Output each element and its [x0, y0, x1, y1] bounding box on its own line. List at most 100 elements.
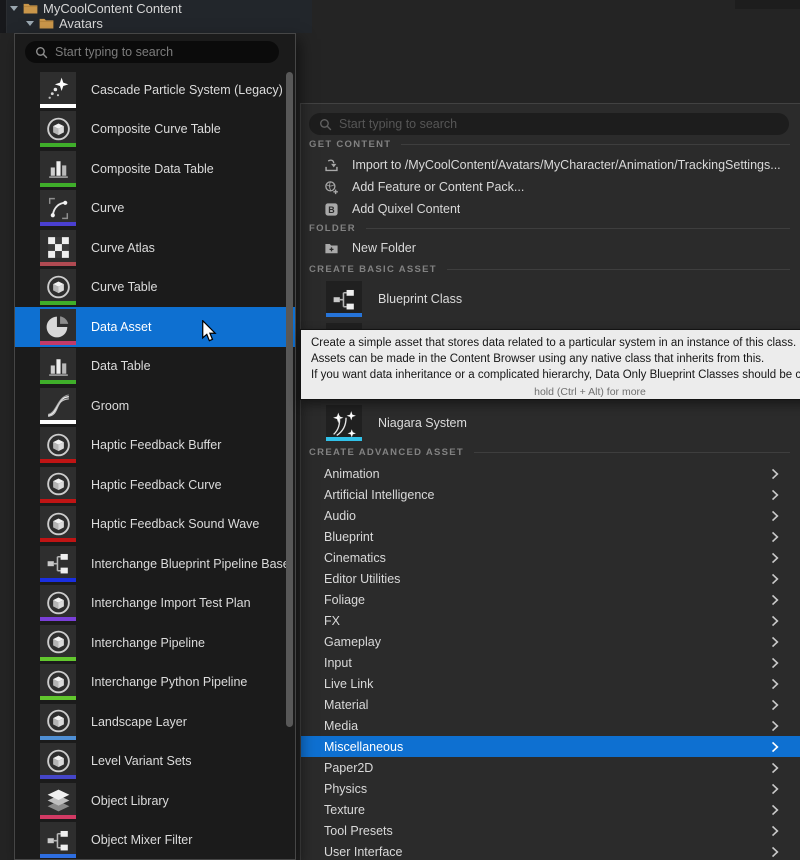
- advanced-category-material[interactable]: Material: [301, 694, 800, 715]
- tooltip-line: Assets can be made in the Content Browse…: [311, 351, 800, 367]
- asset-type-item-cascade-particle-system-legacy[interactable]: Cascade Particle System (Legacy): [15, 70, 295, 110]
- asset-type-item-curve-table[interactable]: Curve Table: [15, 268, 295, 308]
- bars-icon: [40, 151, 76, 187]
- asset-icon-tile: [40, 388, 76, 424]
- asset-type-item-composite-data-table[interactable]: Composite Data Table: [15, 149, 295, 189]
- advanced-category-cinematics[interactable]: Cinematics: [301, 547, 800, 568]
- advanced-category-gameplay[interactable]: Gameplay: [301, 631, 800, 652]
- advanced-category-editor-utilities[interactable]: Editor Utilities: [301, 568, 800, 589]
- asset-type-item-interchange-blueprint-pipeline-base[interactable]: Interchange Blueprint Pipeline Base: [15, 544, 295, 584]
- advanced-category-label: FX: [324, 614, 340, 628]
- asset-type-item-object-library[interactable]: Object Library: [15, 781, 295, 821]
- tree-item-mycoolcontent[interactable]: MyCoolContent Content: [10, 1, 182, 16]
- top-right-notch: [735, 0, 800, 9]
- asset-picker-search[interactable]: [25, 41, 279, 63]
- advanced-category-physics[interactable]: Physics: [301, 778, 800, 799]
- chevron-right-icon: [771, 762, 779, 773]
- advanced-category-label: Input: [324, 656, 352, 670]
- asset-type-item-groom[interactable]: Groom: [15, 386, 295, 426]
- groom-icon: [40, 388, 76, 424]
- advanced-category-audio[interactable]: Audio: [301, 505, 800, 526]
- section-rule: [447, 269, 790, 270]
- advanced-category-tool-presets[interactable]: Tool Presets: [301, 820, 800, 841]
- caret-down-icon[interactable]: [10, 6, 18, 11]
- asset-type-item-curve-atlas[interactable]: Curve Atlas: [15, 228, 295, 268]
- asset-icon-tile: [40, 230, 76, 266]
- asset-type-item-object-mixer-filter[interactable]: Object Mixer Filter: [15, 821, 295, 860]
- chevron-right-icon: [771, 678, 779, 689]
- menu-item-new-folder[interactable]: New Folder: [301, 237, 800, 259]
- advanced-asset-list: AnimationArtificial IntelligenceAudioBlu…: [301, 463, 800, 860]
- search-icon: [319, 118, 332, 131]
- asset-type-item-landscape-layer[interactable]: Landscape Layer: [15, 702, 295, 742]
- advanced-category-foliage[interactable]: Foliage: [301, 589, 800, 610]
- menu-item-import-to-mycoolcontent-avatars-mycharacter-animation-trackingsettings[interactable]: Import to /MyCoolContent/Avatars/MyChara…: [301, 154, 800, 176]
- asset-type-item-interchange-import-test-plan[interactable]: Interchange Import Test Plan: [15, 584, 295, 624]
- asset-color-bar: [40, 341, 76, 345]
- asset-type-item-haptic-feedback-buffer[interactable]: Haptic Feedback Buffer: [15, 426, 295, 466]
- asset-type-label: Level Variant Sets: [91, 754, 192, 768]
- feature-icon: [323, 179, 339, 195]
- mouse-cursor: [201, 320, 218, 348]
- asset-type-item-haptic-feedback-sound-wave[interactable]: Haptic Feedback Sound Wave: [15, 505, 295, 545]
- chevron-right-icon: [771, 489, 779, 500]
- asset-type-item-curve[interactable]: Curve: [15, 189, 295, 229]
- asset-type-label: Interchange Pipeline: [91, 636, 205, 650]
- menu-item-niagara-system[interactable]: Niagara System: [326, 405, 467, 441]
- advanced-category-blueprint[interactable]: Blueprint: [301, 526, 800, 547]
- advanced-category-label: Editor Utilities: [324, 572, 400, 586]
- asset-type-label: Groom: [91, 399, 129, 413]
- asset-type-label: Data Table: [91, 359, 151, 373]
- asset-type-label: Curve Table: [91, 280, 157, 294]
- advanced-category-user-interface[interactable]: User Interface: [301, 841, 800, 860]
- advanced-category-live-link[interactable]: Live Link: [301, 673, 800, 694]
- tree-item-label: Avatars: [59, 16, 103, 31]
- asset-type-item-data-table[interactable]: Data Table: [15, 347, 295, 387]
- advanced-category-animation[interactable]: Animation: [301, 463, 800, 484]
- asset-picker-search-input[interactable]: [55, 45, 269, 59]
- advanced-category-texture[interactable]: Texture: [301, 799, 800, 820]
- chevron-right-icon: [771, 699, 779, 710]
- tooltip-line: Create a simple asset that stores data r…: [311, 335, 800, 351]
- advanced-category-artificial-intelligence[interactable]: Artificial Intelligence: [301, 484, 800, 505]
- context-menu-search-input[interactable]: [339, 117, 779, 131]
- caret-down-icon[interactable]: [26, 21, 34, 26]
- menu-item-add-feature-or-content-pack[interactable]: Add Feature or Content Pack...: [301, 176, 800, 198]
- advanced-category-miscellaneous[interactable]: Miscellaneous: [301, 736, 800, 757]
- asset-icon-tile: [40, 269, 76, 305]
- section-header-folder: FOLDER: [309, 223, 790, 234]
- add-asset-context-menu: GET CONTENT Import to /MyCoolContent/Ava…: [300, 103, 800, 860]
- section-header-create-advanced: CREATE ADVANCED ASSET: [309, 447, 790, 458]
- asset-color-bar: [326, 313, 362, 317]
- chevron-right-icon: [771, 468, 779, 479]
- asset-color-bar: [326, 437, 362, 441]
- advanced-category-fx[interactable]: FX: [301, 610, 800, 631]
- asset-type-label: Cascade Particle System (Legacy): [91, 83, 283, 97]
- advanced-category-paper2d[interactable]: Paper2D: [301, 757, 800, 778]
- advanced-category-input[interactable]: Input: [301, 652, 800, 673]
- menu-item-add-quixel-content[interactable]: BAdd Quixel Content: [301, 198, 800, 220]
- blueprint-icon: [326, 281, 362, 317]
- menu-item-blueprint-class[interactable]: Blueprint Class: [326, 281, 462, 317]
- context-menu-search[interactable]: [309, 113, 789, 135]
- asset-type-item-level-variant-sets[interactable]: Level Variant Sets: [15, 742, 295, 782]
- checker-icon: [40, 230, 76, 266]
- asset-type-item-interchange-pipeline[interactable]: Interchange Pipeline: [15, 623, 295, 663]
- asset-type-item-composite-curve-table[interactable]: Composite Curve Table: [15, 110, 295, 150]
- asset-type-label: Interchange Python Pipeline: [91, 675, 247, 689]
- particles-icon: [40, 72, 76, 108]
- asset-color-bar: [40, 736, 76, 740]
- asset-type-item-interchange-python-pipeline[interactable]: Interchange Python Pipeline: [15, 663, 295, 703]
- advanced-category-media[interactable]: Media: [301, 715, 800, 736]
- advanced-category-label: Paper2D: [324, 761, 373, 775]
- scrollbar-thumb[interactable]: [286, 72, 293, 727]
- asset-color-bar: [40, 815, 76, 819]
- tree-item-avatars[interactable]: Avatars: [26, 16, 103, 31]
- sphere-icon: [40, 269, 76, 305]
- asset-type-item-haptic-feedback-curve[interactable]: Haptic Feedback Curve: [15, 465, 295, 505]
- chevron-right-icon: [771, 783, 779, 794]
- asset-color-bar: [40, 499, 76, 503]
- sphere-icon: [40, 625, 76, 661]
- nodes-icon: [40, 822, 76, 858]
- asset-type-item-data-asset[interactable]: Data Asset: [15, 307, 295, 347]
